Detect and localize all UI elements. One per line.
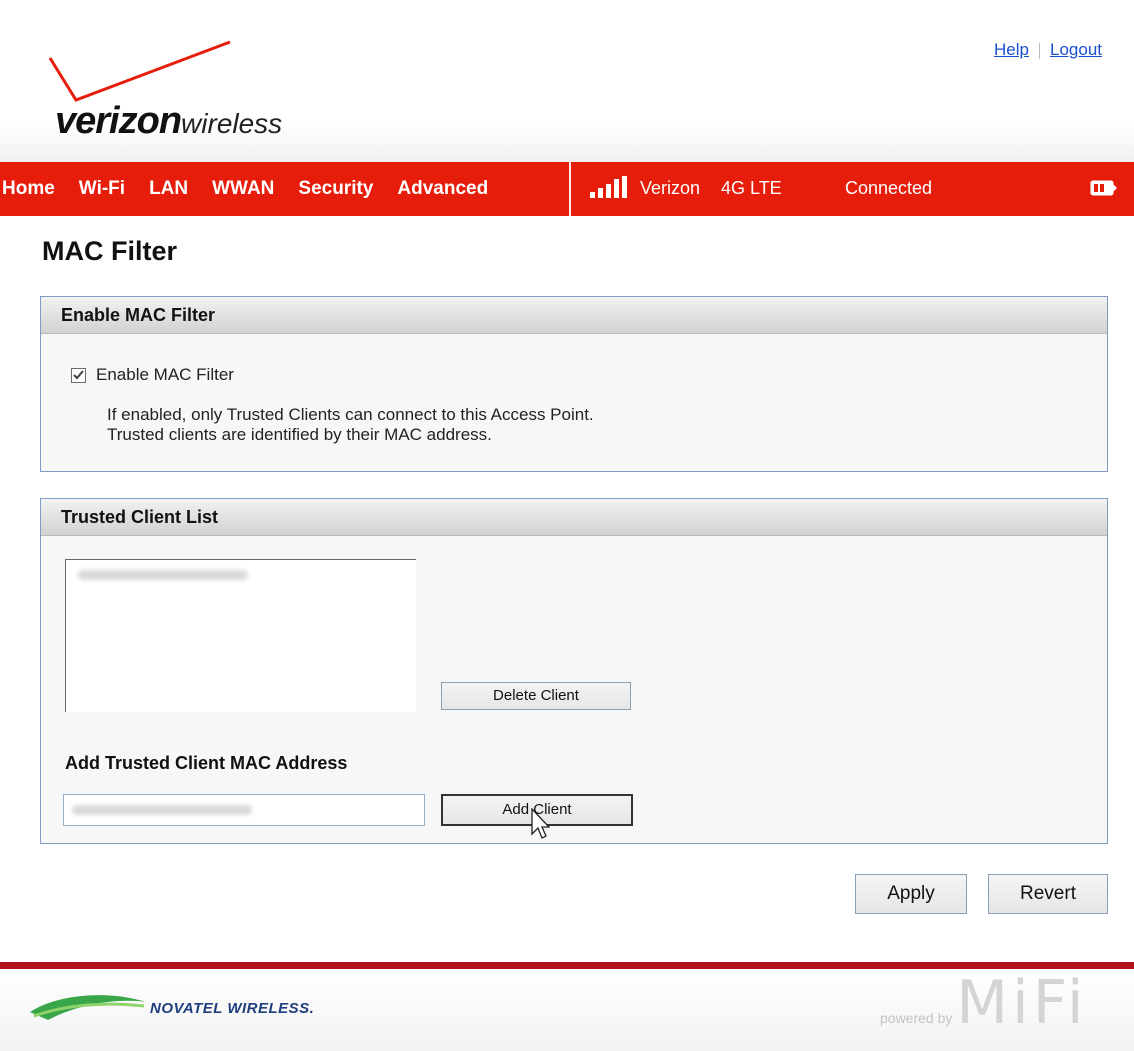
enable-mac-filter-checkbox[interactable]	[71, 367, 86, 383]
logo-main-text: verizon	[55, 100, 182, 142]
revert-button[interactable]: Revert	[988, 874, 1108, 914]
nav-item-wwan[interactable]: WWAN	[200, 178, 286, 200]
connection-status: Connected	[845, 178, 933, 198]
help-link[interactable]: Help	[994, 40, 1029, 59]
powered-by-text: powered by	[880, 1010, 953, 1026]
carrier-name: Verizon	[640, 178, 701, 198]
logo-sub-text: wireless	[181, 108, 283, 139]
checkmark-icon	[73, 369, 84, 379]
network-type: 4G LTE	[721, 178, 782, 198]
nav-item-lan[interactable]: LAN	[137, 178, 200, 200]
mac-address-input[interactable]	[63, 794, 425, 826]
nav-item-advanced[interactable]: Advanced	[385, 178, 500, 200]
battery-icon	[1090, 180, 1117, 196]
enable-mac-filter-row: Enable MAC Filter	[71, 365, 234, 385]
mifi-brand-text: MiFi	[956, 968, 1088, 1038]
panel-header: Trusted Client List	[41, 499, 1107, 536]
panel-header: Enable MAC Filter	[41, 297, 1107, 334]
list-item-redacted[interactable]	[78, 570, 248, 580]
delete-client-button[interactable]: Delete Client	[441, 682, 631, 710]
enable-mac-filter-panel: Enable MAC Filter Enable MAC Filter If e…	[40, 296, 1108, 472]
header: verizonwireless Help Logout	[0, 0, 1134, 162]
trusted-client-listbox[interactable]	[65, 559, 416, 712]
signal-strength-icon	[590, 176, 627, 198]
link-separator	[1039, 42, 1040, 59]
verizon-logo: verizonwireless	[0, 0, 360, 160]
add-client-label: Add Trusted Client MAC Address	[65, 753, 348, 773]
description-line-2: Trusted clients are identified by their …	[107, 425, 492, 444]
description-line-1: If enabled, only Trusted Clients can con…	[107, 405, 594, 424]
mouse-cursor-icon	[531, 808, 550, 839]
mac-filter-description: If enabled, only Trusted Clients can con…	[107, 405, 594, 445]
mifi-logo: powered by MiFi	[880, 968, 1088, 1038]
nav-item-wifi[interactable]: Wi-Fi	[67, 178, 137, 200]
nav-items: Home Wi-Fi LAN WWAN Security Advanced	[0, 162, 500, 216]
page-title: MAC Filter	[42, 236, 177, 266]
trusted-client-list-panel: Trusted Client List Delete Client Add Tr…	[40, 498, 1108, 844]
nav-item-security[interactable]: Security	[286, 178, 385, 200]
nav-divider	[569, 162, 571, 216]
apply-button[interactable]: Apply	[855, 874, 967, 914]
verizon-check-icon	[48, 40, 231, 102]
enable-mac-filter-label: Enable MAC Filter	[96, 365, 234, 384]
logout-link[interactable]: Logout	[1050, 40, 1102, 59]
nav-bar: Home Wi-Fi LAN WWAN Security Advanced	[0, 162, 1134, 216]
top-links: Help Logout	[994, 40, 1102, 60]
novatel-swoosh-icon	[30, 995, 146, 1020]
nav-item-home[interactable]: Home	[0, 178, 67, 200]
redacted-input-value	[72, 805, 252, 815]
novatel-wireless-logo: NOVATEL WIRELESS.	[150, 1000, 315, 1017]
